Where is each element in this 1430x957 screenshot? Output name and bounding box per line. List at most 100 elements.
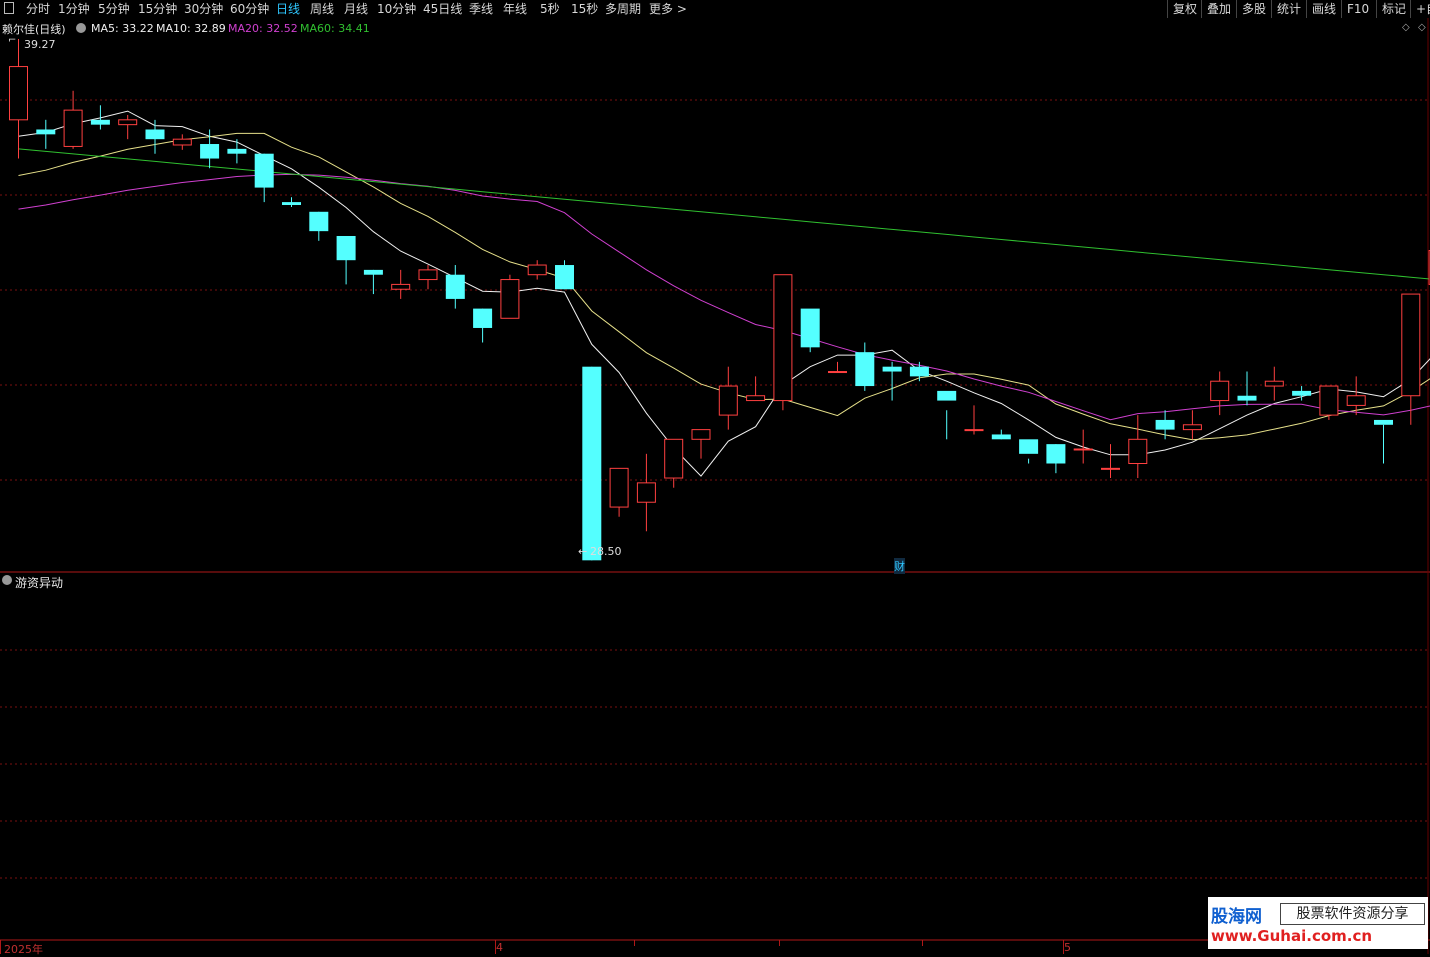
candle-body-30 — [829, 372, 847, 373]
period-tab-4[interactable]: 30分钟 — [184, 1, 223, 17]
candle-body-45 — [1238, 396, 1257, 401]
x-label-may: 5 — [1064, 941, 1071, 954]
settings-icon[interactable] — [76, 23, 86, 33]
candle-body-1 — [36, 129, 55, 134]
candle-body-26 — [719, 386, 737, 415]
kline-chart[interactable] — [0, 18, 1430, 954]
period-tab-14[interactable]: 15秒 — [571, 1, 598, 17]
candle-body-20 — [555, 265, 574, 289]
candle-body-49 — [1347, 396, 1365, 406]
candle-body-39 — [1074, 449, 1092, 450]
watermark-logo: 股海网 股票软件资源分享 www.Guhai.com.cn — [1208, 897, 1428, 949]
x-label-year: 2025年 — [4, 941, 43, 957]
high-price-arrow-icon: ⌐ — [8, 35, 16, 46]
candle-body-33 — [910, 367, 929, 377]
candle-body-0 — [10, 67, 28, 120]
panel-toggle-icon[interactable] — [4, 2, 14, 14]
candle-body-38 — [1046, 444, 1065, 463]
toolbar-button-3[interactable]: 统计 — [1271, 0, 1306, 18]
candle-body-29 — [801, 309, 820, 348]
candle-body-18 — [501, 280, 519, 319]
candle-body-14 — [392, 284, 410, 289]
low-price-label: 28.50 — [590, 545, 622, 558]
ma-lines — [19, 111, 1430, 476]
period-tab-3[interactable]: 15分钟 — [138, 1, 177, 17]
candle-body-7 — [200, 144, 219, 159]
toolbar-button-1[interactable]: 叠加 — [1201, 0, 1236, 18]
period-tab-16[interactable]: 更多 > — [649, 1, 687, 17]
toolbar-button-7[interactable]: +自 — [1410, 0, 1430, 18]
x-axis — [1, 940, 1064, 954]
candle-body-32 — [883, 367, 902, 372]
candle-body-46 — [1265, 381, 1283, 386]
candle-body-47 — [1292, 391, 1311, 396]
period-tab-6[interactable]: 日线 — [276, 1, 300, 17]
ma-legend-2: MA20: 32.52 — [228, 22, 298, 35]
ma-legend-0: MA5: 33.22 — [91, 22, 154, 35]
candle-body-2 — [64, 110, 82, 146]
candle-body-50 — [1374, 420, 1393, 425]
watermark-url: www.Guhai.com.cn — [1211, 927, 1372, 945]
toolbar-button-4[interactable]: 画线 — [1306, 0, 1341, 18]
watermark-tagline: 股票软件资源分享 — [1280, 903, 1425, 925]
candle-body-41 — [1129, 439, 1147, 463]
candle-body-5 — [146, 129, 165, 139]
toolbar-button-0[interactable]: 复权 — [1167, 0, 1202, 18]
candle-body-51 — [1402, 294, 1420, 396]
period-tab-1[interactable]: 1分钟 — [58, 1, 90, 17]
toolbar-button-2[interactable]: 多股 — [1236, 0, 1271, 18]
candle-body-22 — [610, 468, 628, 507]
candle-body-4 — [119, 120, 137, 125]
candle-body-17 — [473, 309, 492, 328]
period-tab-2[interactable]: 5分钟 — [98, 1, 130, 17]
low-price-arrow-icon: ← — [578, 545, 587, 558]
candle-body-43 — [1183, 425, 1201, 430]
candle-body-31 — [855, 352, 874, 386]
candle-body-13 — [364, 270, 383, 275]
period-tab-9[interactable]: 10分钟 — [377, 1, 416, 17]
candle-body-21 — [582, 367, 601, 561]
candle-body-12 — [337, 236, 356, 260]
period-tab-8[interactable]: 月线 — [344, 1, 368, 17]
sub-panel-toggle-icon[interactable] — [2, 575, 12, 585]
candle-body-10 — [282, 202, 301, 205]
toolbar-button-5[interactable]: F10 — [1341, 0, 1374, 18]
ma-line-60 — [19, 149, 1430, 280]
candle-body-48 — [1320, 386, 1338, 415]
period-toolbar: 分时 1分钟 5分钟 15分钟 30分钟 60分钟日线周线月线 10分钟 45日线季线年线 5秒… — [0, 0, 1430, 18]
candle-body-44 — [1211, 381, 1229, 400]
candle-body-24 — [665, 439, 683, 478]
ma-legend-1: MA10: 32.89 — [156, 22, 226, 35]
high-price-label: 39.27 — [24, 38, 56, 51]
candle-body-25 — [692, 430, 710, 440]
period-tab-11[interactable]: 季线 — [469, 1, 493, 17]
candle-body-35 — [965, 430, 983, 431]
period-tab-0[interactable]: 分时 — [26, 1, 50, 17]
candle-body-3 — [91, 120, 110, 125]
candle-body-40 — [1102, 468, 1120, 469]
candle-body-16 — [446, 275, 465, 299]
finance-marker[interactable]: 财 — [894, 558, 905, 574]
diamond-icon-2[interactable]: ◇ — [1418, 22, 1426, 33]
candle-body-23 — [637, 483, 655, 502]
period-tab-5[interactable]: 60分钟 — [230, 1, 269, 17]
candle-body-19 — [528, 265, 546, 275]
diamond-icon[interactable]: ◇ — [1402, 22, 1410, 33]
candles — [10, 39, 1430, 560]
candle-body-37 — [1019, 439, 1038, 454]
candle-body-36 — [992, 434, 1011, 439]
candle-body-42 — [1156, 420, 1175, 430]
candle-body-11 — [309, 212, 328, 231]
period-tab-7[interactable]: 周线 — [310, 1, 334, 17]
candle-body-9 — [255, 154, 274, 188]
sub-panel-title: 游资异动 — [15, 574, 63, 591]
ma-legend-3: MA60: 34.41 — [300, 22, 370, 35]
period-tab-13[interactable]: 5秒 — [540, 1, 560, 17]
ma-line-5 — [19, 111, 1430, 476]
period-tab-15[interactable]: 多周期 — [605, 1, 641, 17]
toolbar-button-6[interactable]: 标记 — [1376, 0, 1411, 18]
period-tab-10[interactable]: 45日线 — [423, 1, 462, 17]
candle-body-34 — [937, 391, 956, 401]
period-tab-12[interactable]: 年线 — [503, 1, 527, 17]
candle-body-8 — [227, 149, 246, 154]
